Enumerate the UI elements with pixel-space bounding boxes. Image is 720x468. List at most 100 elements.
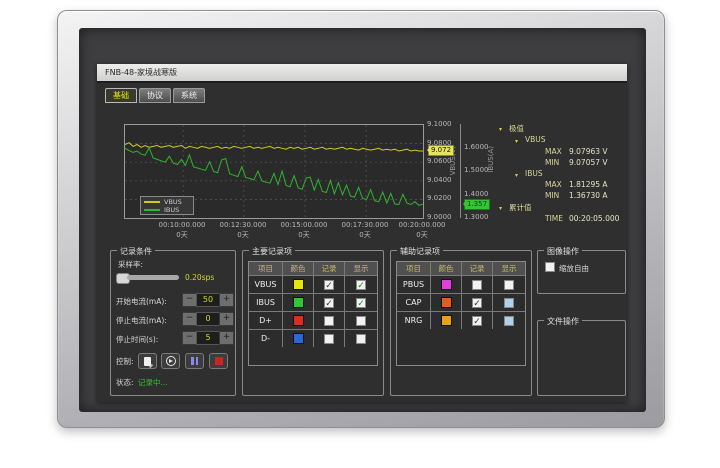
record-checkbox[interactable] — [324, 280, 334, 290]
stats-max-label: MAX — [545, 180, 562, 189]
collapse-arrow-icon[interactable]: ▾ — [515, 172, 518, 179]
collapse-arrow-icon[interactable]: ▾ — [515, 138, 518, 145]
sample-rate-label: 采样率: — [118, 259, 143, 270]
pause-icon — [191, 357, 198, 365]
x-tick: 00:12:30.000 — [208, 221, 278, 229]
start-current-label: 开始电流(mA): — [116, 296, 167, 307]
display-checkbox[interactable] — [504, 280, 514, 290]
new-record-button[interactable] — [138, 353, 157, 369]
display-checkbox[interactable] — [356, 316, 366, 326]
table-row: NRG — [397, 312, 525, 329]
display-checkbox[interactable] — [356, 334, 366, 344]
x-subtick: 0天 — [269, 230, 339, 240]
color-swatch[interactable] — [293, 315, 304, 326]
row-label: VBUS — [249, 276, 283, 293]
header-display: 显示 — [345, 262, 377, 275]
tab-protocol-label: 协议 — [147, 91, 163, 100]
main-record-items-title: 主要记录项 — [249, 246, 295, 257]
tab-basic-label: 基础 — [113, 91, 129, 100]
window-title: FNB-48-家境战寒版 — [105, 67, 177, 78]
stats-cumulative-label: 累计值 — [509, 202, 532, 213]
record-checkbox[interactable] — [472, 316, 482, 326]
collapse-arrow-icon[interactable]: ▾ — [499, 126, 502, 133]
table-row: D- — [249, 330, 377, 347]
window-titlebar[interactable]: FNB-48-家境战寒版 — [97, 64, 627, 83]
image-operations-panel: 图像操作 缩放自由 — [537, 250, 626, 294]
stop-time-value[interactable]: 5 — [196, 331, 220, 345]
color-swatch[interactable] — [293, 333, 304, 344]
stats-vbus-label: VBUS — [525, 135, 546, 144]
display-checkbox[interactable] — [356, 280, 366, 290]
stats-ibus-max: 1.81295 A — [569, 180, 608, 189]
file-operations-panel: 文件操作 打开 保存 导入 — [537, 320, 626, 396]
stats-time-label: TIME — [545, 214, 563, 223]
stop-current-minus-button[interactable]: − — [182, 312, 197, 326]
header-display: 显示 — [493, 262, 525, 275]
zoom-free-checkbox[interactable] — [545, 262, 555, 272]
display-checkbox[interactable] — [504, 298, 514, 308]
zoom-free-label: 缩放自由 — [559, 263, 589, 274]
header-record: 记录 — [462, 262, 493, 275]
row-label: D- — [249, 330, 283, 347]
display-checkbox[interactable] — [356, 298, 366, 308]
play-button[interactable] — [161, 353, 180, 369]
color-swatch[interactable] — [293, 297, 304, 308]
start-current-value[interactable]: 50 — [196, 293, 220, 307]
pause-button[interactable] — [185, 353, 204, 369]
legend-ibus-label: IBUS — [164, 206, 179, 214]
record-checkbox[interactable] — [324, 298, 334, 308]
color-swatch[interactable] — [293, 279, 304, 290]
stop-icon — [215, 357, 223, 365]
page: FNB-48-家境战寒版 基础 协议 系统 VBUS IBUS 9.1000 9… — [0, 0, 720, 468]
row-label: D+ — [249, 312, 283, 329]
stats-min-label: MIN — [545, 158, 559, 167]
y1-tick: 9.1000 — [427, 120, 457, 128]
status-value: 记录中... — [138, 377, 168, 388]
sample-rate-slider[interactable] — [127, 275, 179, 280]
aux-record-items-title: 辅助记录项 — [397, 246, 443, 257]
aux-record-table: 项目 颜色 记录 显示 PBUS CAP — [396, 261, 526, 366]
start-current-plus-button[interactable]: + — [219, 293, 234, 307]
stats-min-label: MIN — [545, 191, 559, 200]
header-record: 记录 — [314, 262, 345, 275]
row-label: IBUS — [249, 294, 283, 311]
aux-record-items-panel: 辅助记录项 项目 颜色 记录 显示 PBUS — [390, 250, 532, 396]
control-label: 控制: — [116, 356, 134, 367]
record-checkbox[interactable] — [324, 334, 334, 344]
stats-ibus-label: IBUS — [525, 169, 543, 178]
row-label: CAP — [397, 294, 431, 311]
y1-tick: 9.0400 — [427, 176, 457, 184]
tab-system[interactable]: 系统 — [173, 88, 205, 103]
color-swatch[interactable] — [441, 315, 452, 326]
record-checkbox[interactable] — [324, 316, 334, 326]
display-checkbox[interactable] — [504, 316, 514, 326]
table-header-row: 项目 颜色 记录 显示 — [397, 262, 525, 276]
table-row: CAP — [397, 294, 525, 312]
main-record-items-panel: 主要记录项 项目 颜色 记录 显示 VBUS — [242, 250, 384, 396]
tab-basic[interactable]: 基础 — [105, 88, 137, 103]
color-swatch[interactable] — [441, 297, 452, 308]
x-tick: 00:15:00.000 — [269, 221, 339, 229]
stop-current-value[interactable]: 0 — [196, 312, 220, 326]
tab-protocol[interactable]: 协议 — [139, 88, 171, 103]
stop-time-minus-button[interactable]: − — [182, 331, 197, 345]
sample-rate-value: 0.20sps — [185, 273, 214, 282]
stats-vbus-min: 9.07057 V — [569, 158, 608, 167]
header-color: 颜色 — [283, 262, 314, 275]
stop-time-plus-button[interactable]: + — [219, 331, 234, 345]
x-tick: 00:20:00.000 — [387, 221, 457, 229]
collapse-arrow-icon[interactable]: ▾ — [499, 205, 502, 212]
start-current-minus-button[interactable]: − — [182, 293, 197, 307]
stats-ibus-min: 1.36730 A — [569, 191, 608, 200]
stop-current-plus-button[interactable]: + — [219, 312, 234, 326]
record-checkbox[interactable] — [472, 280, 482, 290]
x-subtick: 0天 — [147, 230, 217, 240]
file-operations-title: 文件操作 — [544, 316, 582, 327]
color-swatch[interactable] — [441, 279, 452, 290]
stop-button[interactable] — [209, 353, 228, 369]
play-icon — [166, 356, 176, 366]
x-subtick: 0天 — [387, 230, 457, 240]
y2-tick: 1.4000 — [464, 190, 494, 198]
record-checkbox[interactable] — [472, 298, 482, 308]
y1-tick: 9.0200 — [427, 194, 457, 202]
